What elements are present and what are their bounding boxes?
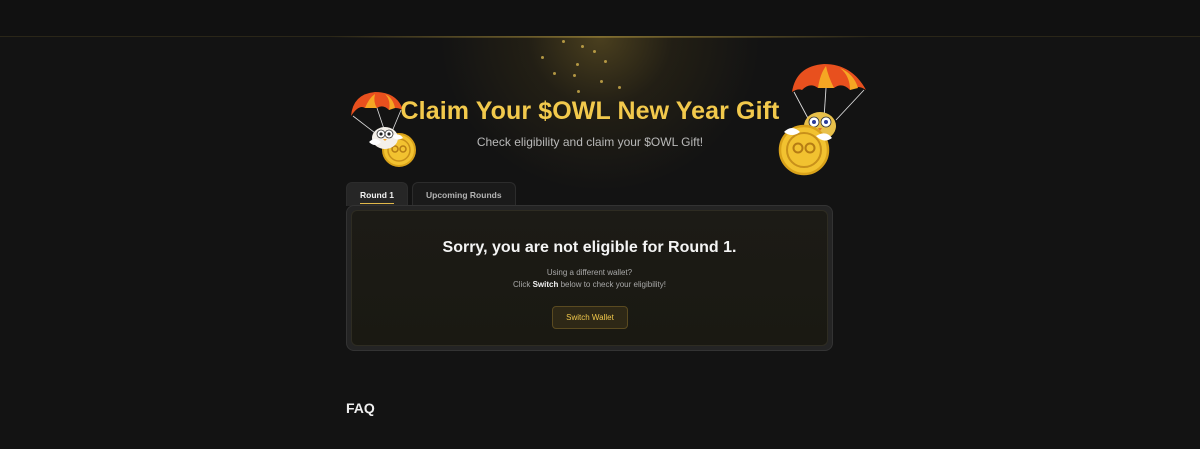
page-subtitle: Check eligibility and claim your $OWL Gi… [476, 135, 704, 149]
eligibility-panel: Sorry, you are not eligible for Round 1.… [346, 205, 833, 351]
page-title: Claim Your $OWL New Year Gift [400, 97, 780, 125]
switch-wallet-button[interactable]: Switch Wallet [552, 306, 628, 329]
different-wallet-text: Using a different wallet? [546, 268, 633, 277]
eligibility-heading: Sorry, you are not eligible for Round 1. [442, 239, 737, 256]
switch-instruction-text: Click Switch below to check your eligibi… [352, 280, 827, 289]
instruction-suffix: below to check your eligibility! [558, 280, 666, 289]
tab-upcoming-rounds[interactable]: Upcoming Rounds [412, 182, 516, 206]
sparkle [576, 63, 579, 66]
sparkle [553, 72, 556, 75]
top-bar [0, 0, 1200, 37]
eligibility-card: Sorry, you are not eligible for Round 1.… [351, 210, 828, 346]
instruction-switch-word: Switch [532, 280, 559, 289]
sparkle [541, 56, 544, 59]
faq-heading: FAQ [346, 400, 375, 416]
tab-round-1[interactable]: Round 1 [346, 182, 408, 206]
sparkle [573, 74, 576, 77]
glow-line [330, 36, 870, 38]
sparkle [618, 86, 621, 89]
sparkle [562, 40, 565, 43]
instruction-prefix: Click [513, 280, 533, 289]
sparkle [604, 60, 607, 63]
page: Claim Your $OWL New Year Gift Check elig… [0, 0, 1200, 449]
sparkle [577, 90, 580, 93]
round-tabs: Round 1 Upcoming Rounds [346, 182, 516, 206]
sparkle [593, 50, 596, 53]
sparkle [581, 45, 584, 48]
sparkle [600, 80, 603, 83]
